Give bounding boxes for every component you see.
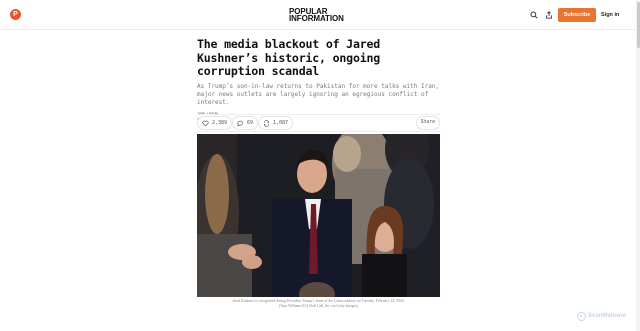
share-icon[interactable] bbox=[544, 10, 554, 20]
scanmalware-watermark: ScanMalware bbox=[577, 311, 626, 321]
publication-wordmark[interactable]: POPULAR INFORMATION bbox=[289, 8, 351, 23]
article-subtitle: As Trump’s son-in-law returns to Pakista… bbox=[197, 82, 440, 107]
article-header: The media blackout of Jared Kushner’s hi… bbox=[197, 37, 440, 120]
watermark-label: ScanMalware bbox=[588, 313, 627, 319]
scanmalware-logo-icon bbox=[577, 311, 586, 321]
search-icon[interactable] bbox=[529, 10, 539, 20]
comment-count: 69 bbox=[247, 120, 254, 126]
sign-in-link[interactable]: Sign in bbox=[601, 8, 619, 22]
article-photo[interactable] bbox=[197, 134, 440, 297]
comment-icon bbox=[237, 120, 243, 126]
top-navigation-bar: P POPULAR INFORMATION Subscribe Sign in bbox=[0, 0, 640, 30]
brand-line-2: INFORMATION bbox=[289, 14, 344, 23]
restack-count: 1,087 bbox=[273, 120, 289, 126]
restack-button[interactable]: 1,087 bbox=[258, 116, 294, 130]
share-button[interactable]: Share bbox=[415, 116, 440, 130]
article-title: The media blackout of Jared Kushner’s hi… bbox=[197, 37, 381, 79]
page-scrollbar[interactable] bbox=[636, 0, 640, 331]
publication-logo[interactable]: P bbox=[10, 9, 21, 20]
heart-icon bbox=[202, 120, 209, 126]
like-count: 2,389 bbox=[212, 120, 228, 126]
restack-icon bbox=[263, 119, 270, 127]
subscribe-button[interactable]: Subscribe bbox=[558, 8, 596, 22]
actions-divider-top bbox=[197, 114, 440, 115]
actions-divider-bottom bbox=[197, 131, 440, 132]
photo-caption: Jared Kushner is recognized during Presi… bbox=[232, 299, 405, 308]
like-button[interactable]: 2,389 bbox=[197, 116, 233, 130]
comment-button[interactable]: 69 bbox=[232, 116, 259, 130]
post-actions-bar: 2,389 69 1,087 Share bbox=[197, 116, 440, 130]
scrollbar-thumb[interactable] bbox=[636, 2, 640, 48]
